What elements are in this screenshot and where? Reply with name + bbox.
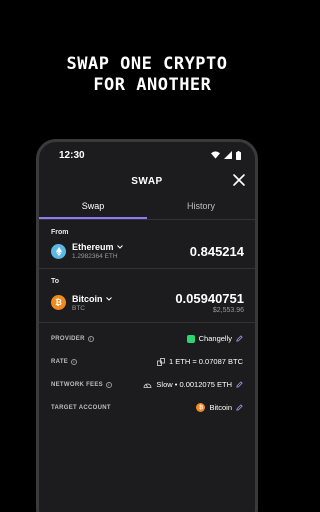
rate-label: RATE [51, 358, 69, 365]
network-fees-label: NETWORK FEES [51, 381, 103, 388]
from-label: From [51, 229, 69, 236]
rate-row: RATE i 1 ETH = 0.07087 BTC [51, 350, 243, 373]
from-amount-input[interactable]: 0.845214 [190, 244, 244, 259]
phone-frame: 12:30 SWAP Swap History From Ethereum 1.… [36, 139, 258, 512]
target-account-label: TARGET ACCOUNT [51, 404, 111, 411]
to-ticker: BTC [72, 304, 85, 312]
pencil-icon[interactable] [236, 404, 243, 411]
speedometer-icon [144, 383, 152, 388]
to-section: To ₿ Bitcoin BTC 0.05940751 $2,553.96 [39, 269, 255, 323]
swap-arrows-icon [157, 357, 165, 366]
tab-swap[interactable]: Swap [39, 198, 147, 219]
info-icon[interactable]: i [71, 358, 78, 365]
info-icon[interactable]: i [87, 335, 94, 342]
rate-value: 1 ETH = 0.07087 BTC [169, 357, 243, 366]
to-asset-name: Bitcoin [72, 293, 103, 304]
swap-details: PROVIDER i Changelly RATE i 1 ETH = 0.0708… [39, 323, 255, 419]
chevron-down-icon [105, 296, 112, 301]
bitcoin-icon: ₿ [196, 403, 206, 412]
bitcoin-icon: ₿ [51, 295, 66, 310]
headline-line-2: FOR ANOTHER [82, 75, 212, 95]
title-bar: SWAP [39, 164, 255, 198]
battery-icon [236, 150, 241, 160]
network-fees-row: NETWORK FEES i Slow • 0.0012075 ETH [51, 373, 243, 396]
tab-bar: Swap History [39, 198, 255, 220]
ethereum-icon [51, 243, 66, 259]
pencil-icon[interactable] [236, 381, 243, 388]
changelly-icon [186, 334, 195, 343]
status-icons [211, 150, 241, 160]
headline-line-1: SWAP ONE CRYPTO [66, 54, 228, 74]
screen-title: SWAP [131, 175, 163, 187]
to-asset-selector[interactable]: ₿ Bitcoin BTC [51, 294, 112, 312]
chevron-down-icon [116, 245, 123, 249]
to-label: To [51, 278, 60, 285]
status-time: 12:30 [59, 149, 85, 161]
to-amount: 0.05940751 [175, 291, 244, 306]
status-bar: 12:30 [39, 142, 255, 164]
provider-value: Changelly [198, 334, 232, 343]
headline: SWAP ONE CRYPTO FOR ANOTHER [0, 54, 294, 96]
info-icon[interactable]: i [105, 381, 112, 388]
pencil-icon[interactable] [236, 335, 243, 342]
signal-icon [224, 151, 232, 159]
to-fiat-value: $2,553.96 [212, 307, 244, 314]
from-asset-name: Ethereum [72, 242, 114, 252]
from-asset-selector[interactable]: Ethereum 1.2982364 ETH [51, 242, 123, 260]
network-fees-value: Slow • 0.0012075 ETH [156, 380, 232, 389]
provider-label: PROVIDER [51, 335, 85, 342]
from-balance: 1.2982364 ETH [72, 253, 118, 260]
provider-row: PROVIDER i Changelly [51, 327, 243, 350]
target-account-value: Bitcoin [209, 403, 232, 412]
close-icon[interactable] [232, 173, 246, 187]
wifi-icon [211, 151, 220, 159]
tab-history[interactable]: History [147, 198, 255, 219]
from-section: From Ethereum 1.2982364 ETH 0.845214 [39, 220, 255, 269]
target-account-row: TARGET ACCOUNT ₿ Bitcoin [51, 396, 243, 419]
